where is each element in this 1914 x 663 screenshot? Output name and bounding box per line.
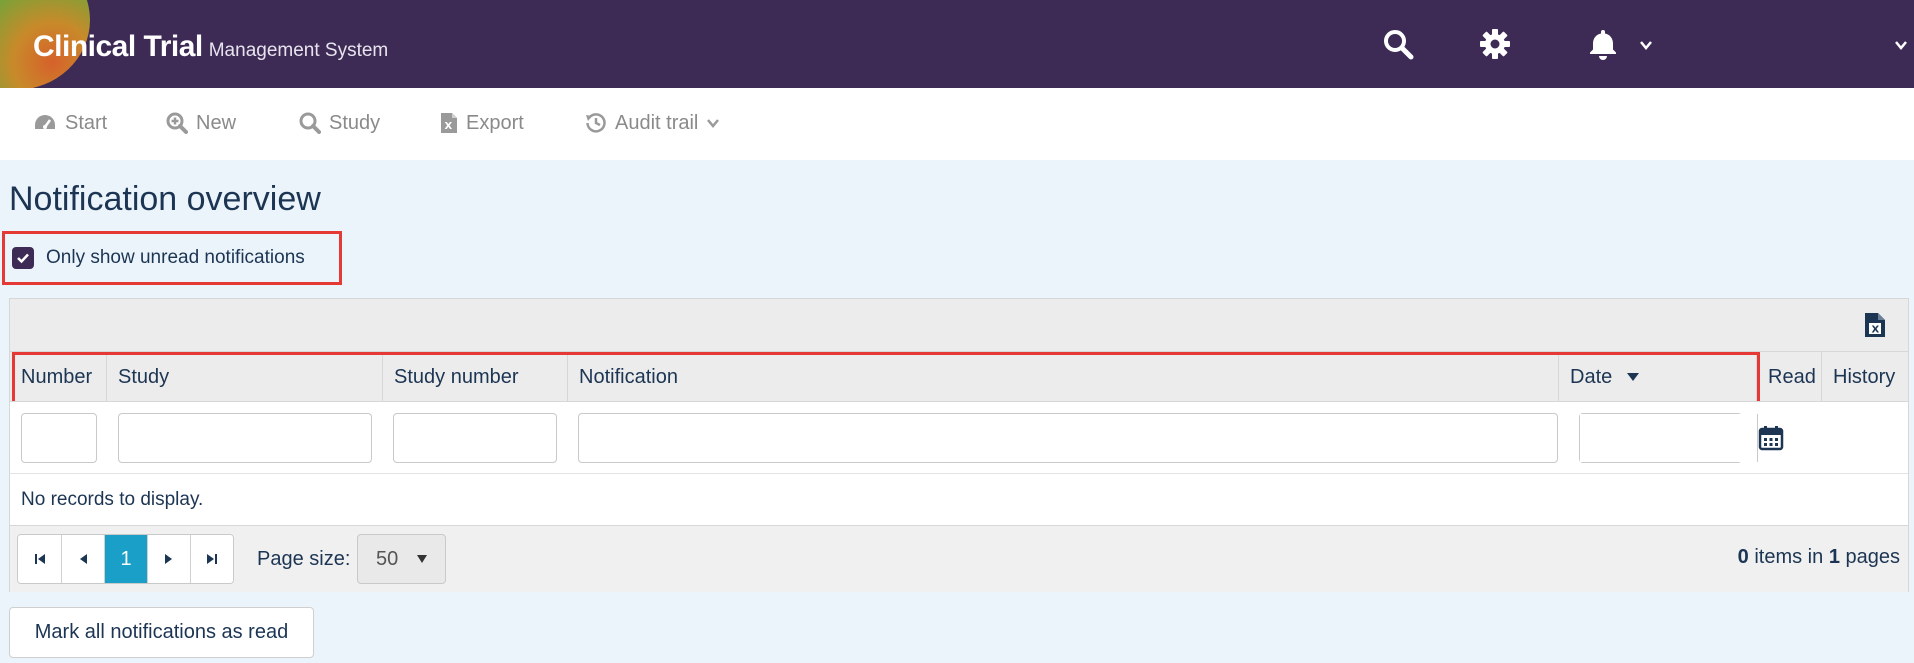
column-header-number[interactable]: Number [10,352,106,402]
column-header-notification[interactable]: Notification [567,352,1558,402]
column-header-history-label: History [1833,365,1896,388]
logo-sub-text: Management System [208,40,389,61]
grid-header-row: Number Study Study number Notification D… [10,351,1910,402]
search-icon [299,112,321,134]
nav-start-label: Start [65,111,108,134]
column-header-history[interactable]: History [1821,352,1910,402]
filter-study-number-input[interactable] [393,413,557,463]
filter-study-input[interactable] [118,413,372,463]
sort-desc-icon [1627,373,1640,381]
pages-text: pages [1839,546,1900,568]
pager-buttons: 1 [17,534,234,584]
column-header-read[interactable]: Read [1756,352,1821,402]
page-size-value: 50 [376,547,399,570]
excel-file-icon: X [441,113,457,133]
logo-main-text: Clinical Trial [33,30,203,63]
items-count: 0 [1737,546,1749,568]
nav-study[interactable]: Study [299,110,380,136]
column-header-study-number-label: Study number [394,365,519,388]
last-page-button[interactable] [190,535,233,583]
column-header-date[interactable]: Date [1558,352,1756,402]
checkbox-checked[interactable] [12,247,34,269]
last-page-icon [207,554,217,564]
column-header-date-label: Date [1570,365,1613,388]
checkbox-label[interactable]: Only show unread notifications [46,247,305,269]
svg-text:X: X [445,121,453,132]
filter-notification-input[interactable] [578,413,1558,463]
page-button-1[interactable]: 1 [104,535,147,583]
column-header-read-label: Read [1768,365,1816,388]
app-logo[interactable]: Clinical Trial Management System [33,30,388,64]
page-size-label: Page size: [257,548,351,570]
items-text: items in [1748,546,1829,568]
filter-number-input[interactable] [21,413,97,463]
nav-new-label: New [196,111,237,134]
dropdown-caret-icon [417,555,428,563]
calendar-icon[interactable] [1757,414,1784,462]
history-icon [586,113,606,133]
export-excel-icon[interactable]: X [1864,312,1890,340]
nav-start[interactable]: Start [33,110,107,136]
top-header-bar: Clinical Trial Management System [0,0,1914,88]
grid-pager: 1 Page size: 50 0 items in 1 pages [10,525,1908,592]
column-header-number-label: Number [21,365,93,388]
nav-export[interactable]: X Export [440,110,524,136]
nav-new[interactable]: New [166,110,236,136]
first-page-button[interactable] [18,535,61,583]
gear-icon[interactable] [1477,26,1513,62]
next-page-button[interactable] [147,535,190,583]
filter-date-input[interactable] [1580,414,1757,462]
column-header-notification-label: Notification [579,365,678,388]
chevron-down-icon [707,119,720,128]
column-header-study-label: Study [118,365,170,388]
first-page-icon [34,554,45,564]
dashboard-icon [35,115,55,129]
empty-message: No records to display. [10,473,1908,525]
nav-audit-trail-label: Audit trail [615,111,699,134]
column-header-study-number[interactable]: Study number [382,352,567,402]
bell-icon[interactable] [1585,26,1621,62]
pages-count: 1 [1828,546,1840,568]
user-menu-chevron-icon[interactable] [1894,38,1908,52]
pager-info: 0 items in 1 pages [1738,546,1900,569]
notifications-grid: X Number Study Study number Notification… [9,298,1909,592]
check-icon [17,253,29,264]
unread-filter-checkbox[interactable]: Only show unread notifications [2,231,342,285]
prev-page-icon [80,554,87,564]
grid-filter-row [10,401,1908,473]
chevron-down-icon[interactable] [1639,38,1653,52]
page-size-select[interactable]: 50 [357,534,446,584]
next-page-icon [165,554,172,564]
search-icon[interactable] [1380,26,1416,62]
svg-text:X: X [1872,325,1880,336]
mark-all-read-button[interactable]: Mark all notifications as read [9,607,314,658]
column-header-study[interactable]: Study [106,352,382,402]
zoom-plus-icon [166,112,188,134]
grid-toolbar: X [10,299,1908,351]
nav-audit-trail[interactable]: Audit trail [585,110,720,136]
nav-export-label: Export [466,111,524,134]
page-title: Notification overview [9,180,321,218]
prev-page-button[interactable] [61,535,104,583]
filter-date-picker[interactable] [1579,413,1784,463]
nav-study-label: Study [329,111,381,134]
main-nav-bar: Start New Study X Export Audit trail [0,88,1914,160]
